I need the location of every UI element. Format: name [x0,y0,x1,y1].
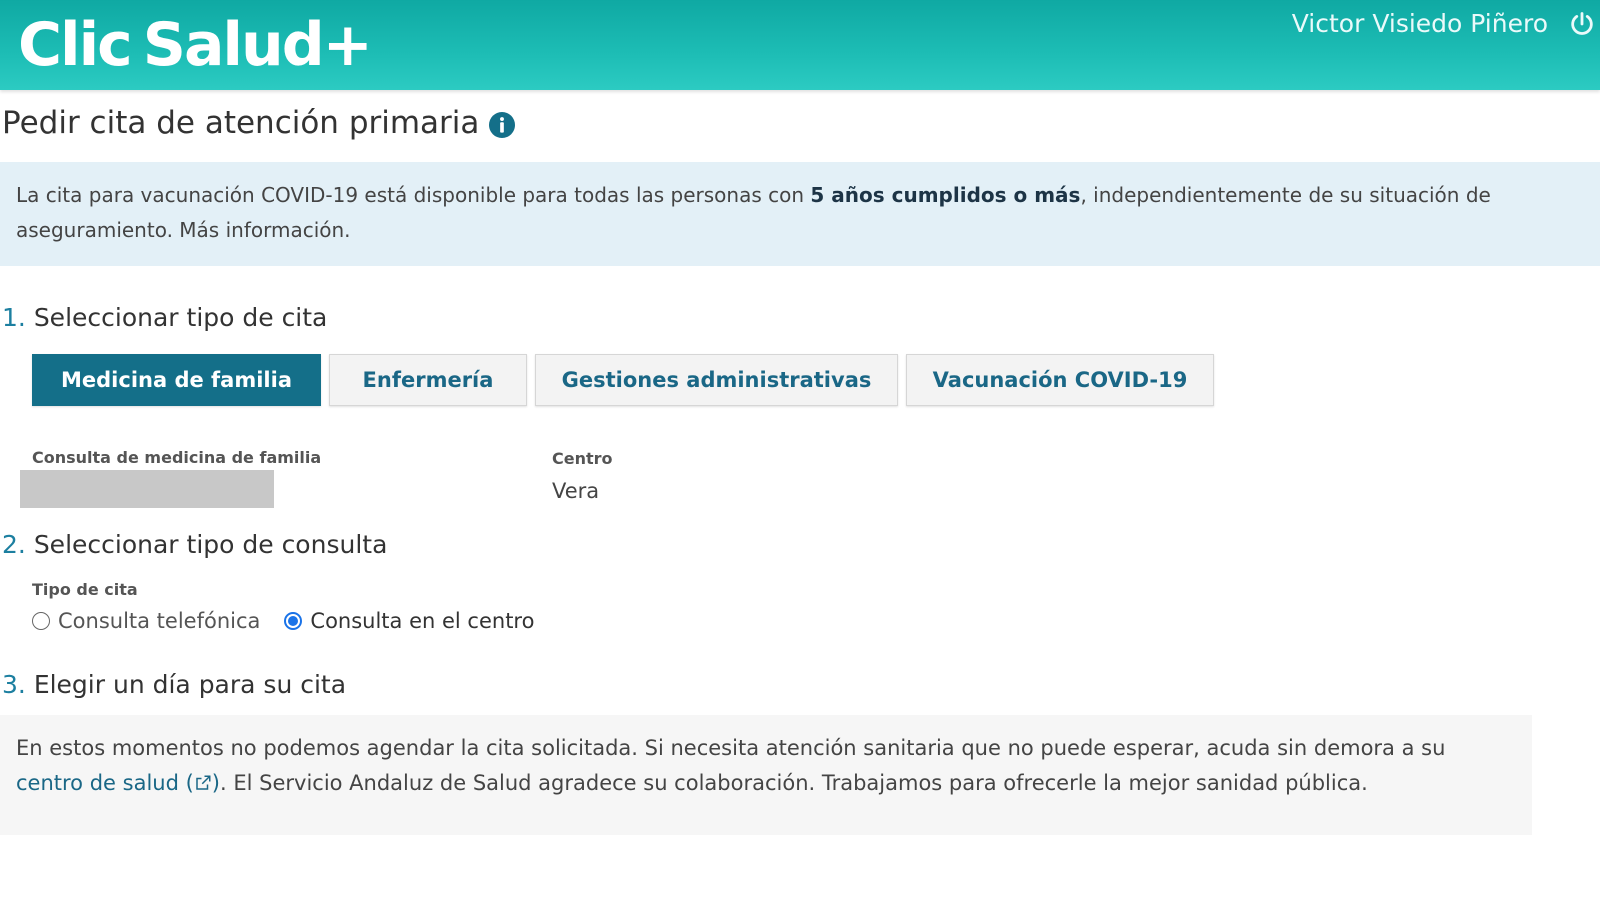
centro-value: Vera [552,479,600,503]
step3-heading: 3. Elegir un día para su cita [2,667,346,703]
notice-text-end: . El Servicio Andaluz de Salud agradece … [220,771,1368,795]
tab-gestiones-administrativas[interactable]: Gestiones administrativas [535,354,898,406]
consulta-label: Consulta de medicina de familia [32,448,322,467]
logo-text-clic: Clic [18,10,133,80]
power-icon[interactable] [1568,10,1596,38]
logo-text-salud: Salud+ [142,10,373,80]
radio-button-checked[interactable] [284,612,303,630]
tab-vacunacion-covid[interactable]: Vacunación COVID-19 [906,354,1214,406]
step3-title: Elegir un día para su cita [33,670,347,699]
centro-de-salud-link[interactable]: centro de salud ( ) [16,771,220,795]
step2-number: 2. [2,530,26,559]
page-title-text: Pedir cita de atención primaria [2,105,480,141]
radio-label-telefonica[interactable]: Consulta telefónica [58,609,260,633]
app-header: Clic Salud+ Victor Visiedo Piñero [0,0,1600,90]
notice-text-start: En estos momentos no podemos agendar la … [16,736,1446,760]
centro-de-salud-link-close[interactable]: ) [212,771,220,795]
info-icon[interactable] [489,112,516,138]
external-link-icon[interactable] [194,774,212,792]
page-title: Pedir cita de atención primaria [2,100,516,146]
unavailable-notice: En estos momentos no podemos agendar la … [0,715,1532,835]
tab-medicina-de-familia[interactable]: Medicina de familia [32,354,321,406]
step3-number: 3. [2,670,26,699]
step2-heading: 2. Seleccionar tipo de consulta [2,527,387,563]
covid-info-banner: La cita para vacunación COVID-19 está di… [0,162,1600,266]
clicsalud-logo[interactable]: Clic Salud+ [18,10,373,80]
radio-consulta-telefonica[interactable]: Consulta telefónica [32,609,260,633]
tipo-cita-label: Tipo de cita [32,580,138,599]
user-name[interactable]: Victor Visiedo Piñero [1292,6,1548,42]
centro-de-salud-link-text[interactable]: centro de salud ( [16,771,194,795]
centro-label: Centro [552,449,613,468]
tab-enfermeria[interactable]: Enfermería [329,354,527,406]
radio-button[interactable] [32,612,50,630]
step1-heading: 1. Seleccionar tipo de cita [2,300,327,336]
step1-title: Seleccionar tipo de cita [33,303,328,332]
banner-text-bold: 5 años cumplidos o más [810,183,1081,207]
banner-text-start: La cita para vacunación COVID-19 está di… [16,183,811,207]
step2-title: Seleccionar tipo de consulta [33,530,388,559]
step1-number: 1. [2,303,26,332]
radio-label-centro[interactable]: Consulta en el centro [310,609,534,633]
consulta-type-radio-group: Consulta telefónica Consulta en el centr… [32,606,558,636]
appointment-type-tabs: Medicina de familia Enfermería Gestiones… [32,354,1214,406]
radio-consulta-en-el-centro[interactable]: Consulta en el centro [284,609,534,633]
redacted-doctor-name [20,470,274,508]
